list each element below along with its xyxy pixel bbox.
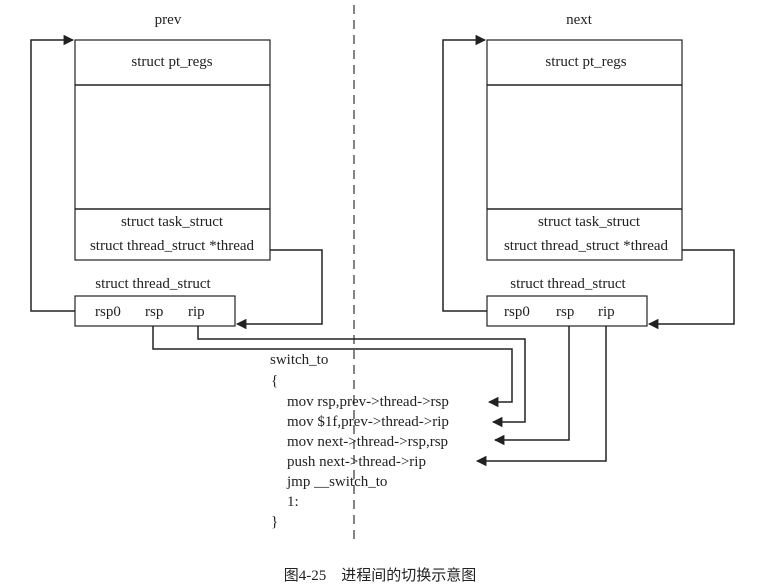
switch-to-code: switch_to { mov rsp,prev->thread->rsp mo… [270,352,449,530]
prev-rsp0-field: rsp0 [95,304,121,320]
next-rsp0-to-stack-arrow [442,34,487,312]
next-rsp-field: rsp [556,304,574,320]
prev-task-struct-label: struct task_struct [121,214,224,230]
next-rsp0-field: rsp0 [504,304,530,320]
code-line: push next->thread->rip [287,454,426,470]
prev-thread-struct-label: struct thread_struct [95,276,211,292]
next-thread-struct-label: struct thread_struct [510,276,626,292]
next-rsp-load-arrow [493,326,570,446]
figure-caption: 图4-25 进程间的切换示意图 [284,566,477,584]
next-pt-regs-label: struct pt_regs [545,54,626,70]
code-close-brace: } [271,514,278,530]
prev-thread-pointer-arrow [235,249,323,330]
prev-rsp-save-arrow [152,326,513,408]
prev-title: prev [155,12,182,28]
code-line: 1: [287,494,299,510]
code-header: switch_to [270,352,328,368]
next-thread-pointer-arrow [647,249,735,330]
next-title: next [566,12,593,28]
prev-rip-field: rip [188,304,205,320]
prev-thread-pointer-label: struct thread_struct *thread [90,238,255,254]
prev-rsp-field: rsp [145,304,163,320]
prev-pt-regs-label: struct pt_regs [131,54,212,70]
switch-to-diagram: prev struct pt_regs struct task_struct s… [30,5,735,584]
prev-rsp0-to-stack-arrow [30,34,75,312]
next-rip-field: rip [598,304,615,320]
code-open-brace: { [271,373,278,389]
code-line: jmp __switch_to [286,474,387,490]
next-group: next struct pt_regs struct task_struct s… [442,12,735,467]
next-task-struct-label: struct task_struct [538,214,641,230]
code-line: mov next->thread->rsp,rsp [287,434,448,450]
next-thread-pointer-label: struct thread_struct *thread [504,238,669,254]
code-line: mov $1f,prev->thread->rip [287,414,449,430]
code-line: mov rsp,prev->thread->rsp [287,394,449,410]
